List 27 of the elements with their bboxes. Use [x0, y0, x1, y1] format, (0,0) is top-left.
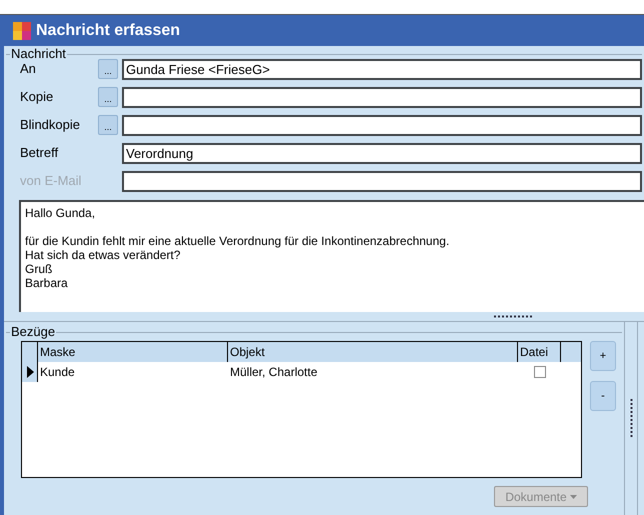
column-header[interactable]: Maske	[38, 342, 228, 362]
app-icon	[12, 20, 32, 40]
picker-button[interactable]: ...	[98, 115, 118, 135]
field-label: Betreff	[20, 144, 60, 162]
splitter-grip-icon[interactable]	[494, 315, 534, 318]
splitter-grip-icon[interactable]	[630, 398, 632, 438]
caret-icon	[570, 494, 577, 498]
column-header[interactable]: Objekt	[228, 342, 518, 362]
input-field[interactable]: Gunda Friese <FrieseG>	[122, 58, 642, 80]
remove-button[interactable]: -	[590, 381, 616, 411]
field-label: von E-Mail	[20, 172, 82, 190]
field-label: Blindkopie	[20, 116, 81, 134]
table-cell-text: Müller, Charlotte	[229, 364, 318, 381]
input-field[interactable]	[122, 114, 642, 136]
input-field[interactable]	[122, 86, 642, 108]
window-title: Nachricht erfassen	[36, 20, 180, 40]
field-label: Kopie	[20, 88, 54, 106]
table-cell-text: Kunde	[39, 364, 76, 381]
section-legend: Bezüge	[10, 324, 56, 340]
picker-button[interactable]: ...	[98, 87, 118, 107]
field-label: An	[20, 60, 37, 78]
checkbox[interactable]	[534, 366, 546, 378]
input-field[interactable]: Verordnung	[122, 142, 642, 164]
column-header[interactable]: Datei	[518, 342, 561, 362]
add-button[interactable]: +	[590, 341, 616, 371]
message-body[interactable]: Hallo Gunda, für die Kundin fehlt mir eine aktuelle Verordnung für die Inkontinenzabrechnung. Hat sich da etwas verändert? Gruß Barbara	[19, 200, 644, 312]
picker-button[interactable]: ...	[98, 59, 118, 79]
